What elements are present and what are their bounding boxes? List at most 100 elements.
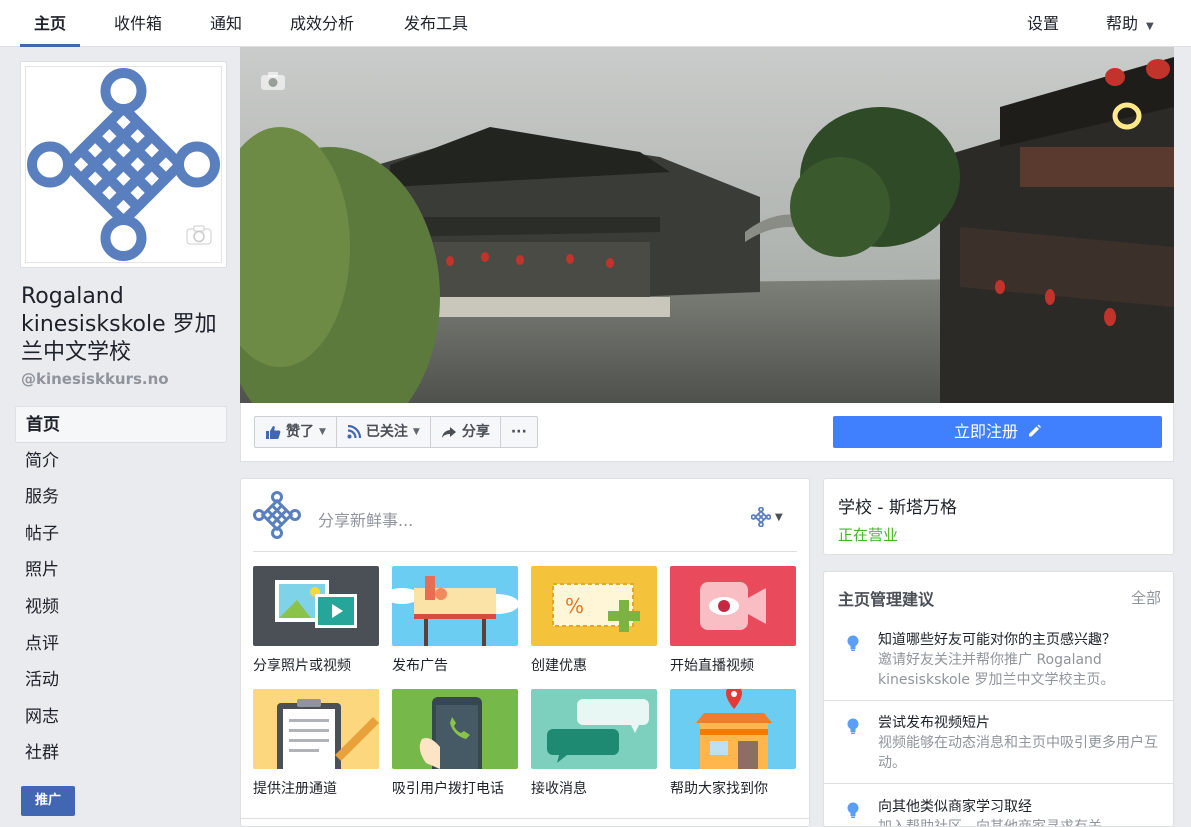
tips-heading: 主页管理建议 [838,590,935,609]
open-status: 正在营业 [838,526,899,544]
tile-get-messages[interactable]: 接收消息 [531,689,657,798]
rss-icon [347,425,361,439]
nav-item-about[interactable]: 简介 [15,443,227,480]
page-title: Rogaland kinesiskskole 罗加兰中文学校 [21,284,217,365]
liked-label: 赞了 [286,424,314,440]
following-label: 已关注 [365,424,408,440]
share-label: 分享 [461,424,490,440]
divider [253,551,797,552]
tab-home[interactable]: 主页 [19,0,81,47]
cover-scene-image [240,47,1174,403]
chevron-down-icon: ▼ [319,427,326,437]
lightbulb-icon [846,634,860,656]
nav-item-videos[interactable]: 视频 [15,589,227,626]
endless-knot-logo [253,491,301,539]
tip-title: 尝试发布视频短片 [878,715,990,731]
tab-insights[interactable]: 成效分析 [290,0,354,47]
pencil-icon [1029,424,1042,437]
tile-label: 帮助大家找到你 [670,781,768,797]
page-action-bar: 赞了 ▼ 已关注 ▼ 分享 ··· 立即注册 [240,403,1174,462]
tab-publishing-tools[interactable]: 发布工具 [404,0,468,47]
tip-description: 邀请好友关注并帮你推广 Rogaland kinesiskskole 罗加兰中文… [878,652,1115,688]
tile-offer-signup[interactable]: 提供注册通道 [253,689,379,798]
tile-label: 分享照片或视频 [253,658,351,674]
help-menu[interactable]: 帮助 ▼ [1106,0,1154,47]
see-all-link[interactable]: 全部 [1131,587,1161,608]
tab-inbox[interactable]: 收件箱 [114,0,162,47]
nav-item-home[interactable]: 首页 [15,406,227,443]
page-actions-group: 赞了 ▼ 已关注 ▼ 分享 ··· [254,416,538,448]
tile-find-you[interactable]: 帮助大家找到你 [670,689,796,798]
signup-label: 立即注册 [953,422,1018,441]
tip-item[interactable]: 尝试发布视频短片 视频能够在动态消息和主页中吸引更多用户互动。 [838,713,1168,773]
nav-item-notes[interactable]: 网志 [15,699,227,736]
lightbulb-icon [846,801,860,823]
tile-label: 提供注册通道 [253,781,337,797]
top-navigation: 主页 收件箱 通知 成效分析 发布工具 设置 帮助 ▼ [0,0,1191,47]
tip-description: 视频能够在动态消息和主页中吸引更多用户互动。 [878,735,1158,771]
page-avatar [253,491,301,543]
nav-item-posts[interactable]: 帖子 [15,516,227,553]
post-as-selector[interactable]: ▼ [751,507,783,527]
nav-item-services[interactable]: 服务 [15,479,227,516]
lightbulb-icon [846,717,860,739]
profile-picture[interactable] [20,61,227,268]
share-button[interactable]: 分享 [431,417,501,447]
tab-notifications[interactable]: 通知 [210,0,242,47]
tile-create-offer[interactable]: % 创建优惠 [531,566,657,675]
tile-label: 创建优惠 [531,658,587,674]
tip-title: 向其他类似商家学习取经 [878,799,1032,815]
chat-bubbles-icon [531,689,657,769]
chevron-down-icon: ▼ [412,427,420,437]
billboard-icon [392,566,518,646]
nav-item-groups[interactable]: 社群 [15,735,227,772]
storefront-location-icon [670,689,796,769]
help-label: 帮助 [1106,14,1139,33]
chevron-down-icon: ▼ [1146,21,1154,32]
camera-icon[interactable] [186,225,212,249]
nav-item-reviews[interactable]: 点评 [15,626,227,663]
divider [824,700,1173,701]
tile-label: 发布广告 [392,658,448,674]
coupon-icon: % [531,566,657,646]
signup-cta-button[interactable]: 立即注册 [833,416,1162,448]
page-tips-card: 主页管理建议 全部 知道哪些好友可能对你的主页感兴趣？ 邀请好友关注并帮你推广 … [823,571,1174,827]
tip-title: 知道哪些好友可能对你的主页感兴趣？ [878,632,1116,648]
tip-item[interactable]: 知道哪些好友可能对你的主页感兴趣？ 邀请好友关注并帮你推广 Rogaland k… [838,630,1168,690]
camera-icon[interactable] [260,71,286,95]
svg-text:%: % [565,594,584,618]
tile-create-ad[interactable]: 发布广告 [392,566,518,675]
tile-label: 开始直播视频 [670,658,754,674]
settings-link[interactable]: 设置 [1027,0,1059,47]
nav-item-events[interactable]: 活动 [15,662,227,699]
tip-description: 加入帮助社区，向其他商家寻求有关 [878,819,1102,827]
photo-video-icon [253,566,379,646]
divider [241,818,809,819]
more-options-button[interactable]: ··· [501,417,537,447]
thumbs-up-icon [266,425,281,439]
post-composer: 分享新鲜事... ▼ 分享照片或视频 发布广告 % 创建优惠 开始直播视频 提供… [240,478,810,827]
page-info-card: 学校 - 斯塔万格 正在营业 [823,478,1174,555]
tile-label: 吸引用户拨打电话 [392,781,504,797]
more-icon: ··· [510,424,527,440]
phone-call-icon [392,689,518,769]
tile-go-live[interactable]: 开始直播视频 [670,566,796,675]
nav-item-photos[interactable]: 照片 [15,552,227,589]
chevron-down-icon: ▼ [775,511,783,523]
following-button[interactable]: 已关注 ▼ [337,417,431,447]
tip-item[interactable]: 向其他类似商家学习取经 加入帮助社区，向其他商家寻求有关 [838,797,1168,827]
tile-get-calls[interactable]: 吸引用户拨打电话 [392,689,518,798]
left-navigation: 首页 简介 服务 帖子 照片 视频 点评 活动 网志 社群 [15,406,227,772]
page-username[interactable]: @kinesiskkurs.no [21,370,169,388]
composer-input[interactable]: 分享新鲜事... [318,507,413,531]
liked-button[interactable]: 赞了 ▼ [255,417,337,447]
cover-photo[interactable] [240,47,1174,403]
divider [824,783,1173,784]
live-video-icon [670,566,796,646]
promote-button[interactable]: 推广 [21,786,75,816]
page-category[interactable]: 学校 - 斯塔万格 [838,493,957,518]
tile-label: 接收消息 [531,781,587,797]
clipboard-icon [253,689,379,769]
tile-share-photo-video[interactable]: 分享照片或视频 [253,566,379,675]
share-arrow-icon [441,426,456,438]
